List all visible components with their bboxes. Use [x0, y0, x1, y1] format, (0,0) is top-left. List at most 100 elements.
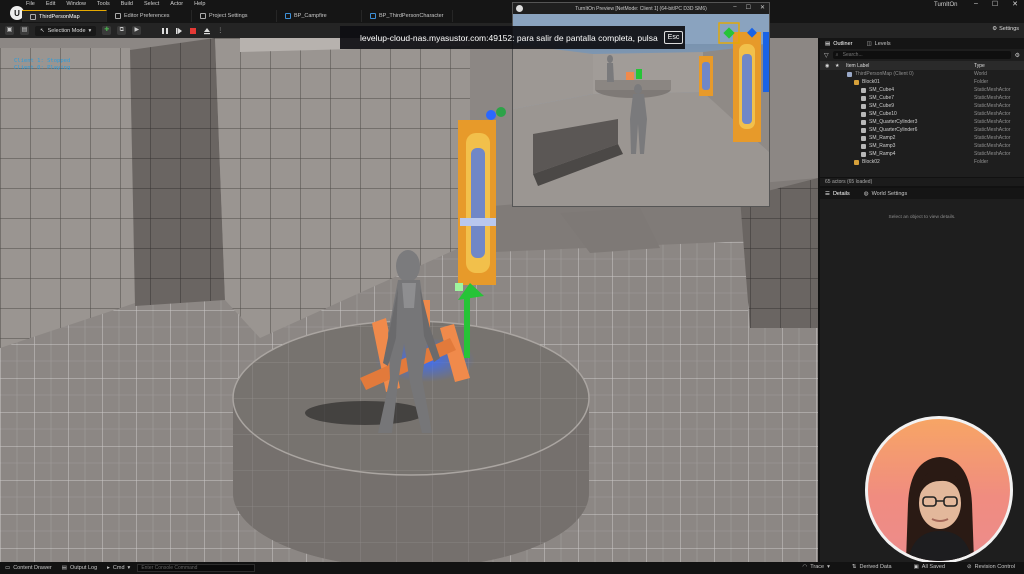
- outliner-row-label: ThirdPersonMap (Client 0): [855, 71, 914, 77]
- search-icon: ⌕: [835, 52, 839, 58]
- content-browser-icon[interactable]: ▤: [20, 26, 29, 35]
- outliner-row[interactable]: SM_Cube4 StaticMeshActor: [820, 86, 1024, 94]
- outliner-row[interactable]: SM_Cube10 StaticMeshActor: [820, 110, 1024, 118]
- cmd-dropdown[interactable]: ▸ Cmd ▾: [102, 565, 135, 571]
- menu-actor[interactable]: Actor: [170, 1, 183, 7]
- outliner-row-type: StaticMeshActor: [974, 127, 1011, 133]
- trace-label: Trace: [810, 564, 825, 570]
- minimize-button[interactable]: –: [974, 0, 978, 8]
- folder-icon: [854, 79, 859, 85]
- mesh-icon: [861, 111, 866, 117]
- revision-control-button[interactable]: ⊘ Revision Control: [962, 564, 1020, 570]
- save-icon[interactable]: ▣: [5, 26, 14, 35]
- outliner-row-label: SM_Ramp2: [869, 135, 896, 141]
- chevron-down-icon: ▾: [827, 564, 830, 570]
- settings-button[interactable]: ⚙ Settings: [992, 26, 1019, 32]
- terminal-icon: ▸: [107, 565, 110, 571]
- outliner-row-type: StaticMeshActor: [974, 135, 1011, 141]
- outliner-row[interactable]: Block01 Folder: [820, 78, 1024, 86]
- trace-button[interactable]: ◠ Trace ▾: [797, 564, 834, 570]
- outliner-row-type: StaticMeshActor: [974, 111, 1011, 117]
- console-command-input[interactable]: Enter Console Command: [137, 564, 256, 572]
- derived-data-button[interactable]: ⇅ Derived Data: [847, 564, 897, 570]
- tab-world-settings[interactable]: ◍ World Settings: [864, 191, 907, 197]
- column-type[interactable]: Type: [974, 63, 985, 69]
- levels-icon: ◫: [866, 40, 872, 47]
- tab-project-settings[interactable]: Project Settings: [192, 10, 277, 22]
- outliner-search-input[interactable]: ⌕ Search...: [832, 51, 1011, 59]
- visibility-eye-icon[interactable]: ◉: [825, 63, 829, 69]
- star-icon[interactable]: ★: [835, 63, 839, 69]
- cmd-label: Cmd: [112, 565, 125, 571]
- tab-bp-campfire[interactable]: BP_Campfire: [277, 10, 362, 22]
- close-button[interactable]: ✕: [1012, 0, 1018, 8]
- maximize-button[interactable]: ☐: [746, 4, 751, 11]
- mesh-icon: [861, 143, 866, 149]
- menu-window[interactable]: Window: [66, 1, 86, 7]
- esc-key-badge[interactable]: Esc: [663, 31, 684, 44]
- menu-tools[interactable]: Tools: [97, 1, 110, 7]
- details-empty-message: Select an object to view details.: [888, 215, 956, 220]
- outliner-row-label: Block02: [862, 159, 880, 165]
- outliner-row[interactable]: SM_QuarterCylinder6 StaticMeshActor: [820, 126, 1024, 134]
- outliner-row[interactable]: SM_Cube9 StaticMeshActor: [820, 102, 1024, 110]
- eject-icon[interactable]: [203, 27, 211, 35]
- outliner-row[interactable]: ThirdPersonMap (Client 0) World: [820, 70, 1024, 78]
- outliner-search-row: ▽ ⌕ Search... ⚙: [820, 49, 1024, 61]
- tab-thirdpersonmap[interactable]: ThirdPersonMap: [22, 10, 107, 22]
- outliner-row-type: World: [974, 71, 987, 77]
- unreal-logo-icon: [516, 5, 523, 12]
- gear-icon[interactable]: ⚙: [1015, 52, 1020, 59]
- content-drawer-label: Content Drawer: [13, 565, 52, 571]
- viewport-stats-overlay: Client 1: Stopped Client 0: Playing: [14, 58, 71, 71]
- outliner-row[interactable]: SM_QuarterCylinder3 StaticMeshActor: [820, 118, 1024, 126]
- maximize-button[interactable]: ☐: [992, 0, 998, 8]
- menu-file[interactable]: File: [26, 1, 35, 7]
- all-saved-button[interactable]: ▣ All Saved: [909, 564, 950, 570]
- tab-details[interactable]: ☰ Details: [825, 191, 850, 197]
- menu-edit[interactable]: Edit: [46, 1, 55, 7]
- selection-mode-dropdown[interactable]: ↖ Selection Mode ▾: [35, 25, 97, 36]
- document-tabs: ThirdPersonMap Editor Preferences Projec…: [22, 10, 453, 22]
- outliner-panel: ▤ Outliner ◫ Levels ▽ ⌕ Search... ⚙ ◉ ★ …: [818, 38, 1024, 186]
- tab-bp-thirdpersoncharacter[interactable]: BP_ThirdPersonCharacter: [362, 10, 453, 22]
- outliner-row[interactable]: Block02 Folder: [820, 158, 1024, 166]
- search-placeholder: Search...: [842, 52, 863, 58]
- blueprint-menu-icon[interactable]: ⧉: [117, 26, 127, 35]
- output-log-button[interactable]: ▤ Output Log: [57, 565, 102, 571]
- outliner-row-label: SM_Cube9: [869, 103, 895, 109]
- outliner-tree: ThirdPersonMap (Client 0) World Block01 Fol…: [820, 70, 1024, 166]
- content-drawer-button[interactable]: ▭ Content Drawer: [0, 565, 57, 571]
- menu-select[interactable]: Select: [144, 1, 159, 7]
- step-icon[interactable]: [175, 27, 183, 35]
- outliner-row-label: SM_Ramp3: [869, 143, 896, 149]
- more-options-icon[interactable]: ⋮: [217, 27, 223, 34]
- console-placeholder: Enter Console Command: [141, 565, 198, 571]
- filter-icon[interactable]: ▽: [824, 52, 829, 59]
- pause-icon[interactable]: [161, 27, 169, 35]
- blueprint-icon: [285, 13, 291, 19]
- mesh-icon: [861, 103, 866, 109]
- minimize-button[interactable]: –: [733, 4, 736, 11]
- outliner-row[interactable]: SM_Ramp4 StaticMeshActor: [820, 150, 1024, 158]
- outliner-row[interactable]: SM_Ramp3 StaticMeshActor: [820, 142, 1024, 150]
- outliner-row-label: SM_Ramp4: [869, 151, 896, 157]
- close-button[interactable]: ✕: [760, 4, 765, 11]
- column-item-label[interactable]: Item Label: [846, 63, 869, 69]
- menu-build[interactable]: Build: [121, 1, 133, 7]
- log-icon: ▤: [61, 565, 67, 571]
- tab-levels[interactable]: ◫ Levels: [866, 41, 890, 47]
- add-actor-icon[interactable]: ✚: [102, 26, 112, 35]
- outliner-row-type: Folder: [974, 79, 989, 85]
- tab-outliner[interactable]: ▤ Outliner: [825, 41, 852, 47]
- cinematics-icon[interactable]: ▶: [132, 26, 142, 35]
- outliner-tabs: ▤ Outliner ◫ Levels: [820, 38, 1024, 49]
- stop-icon[interactable]: [189, 27, 197, 35]
- outliner-row[interactable]: SM_Cube7 StaticMeshActor: [820, 94, 1024, 102]
- outliner-row[interactable]: SM_Ramp2 StaticMeshActor: [820, 134, 1024, 142]
- details-icon: ☰: [825, 190, 830, 197]
- outliner-column-header: ◉ ★ Item Label Type: [820, 61, 1024, 70]
- menu-help[interactable]: Help: [194, 1, 205, 7]
- tab-editor-preferences[interactable]: Editor Preferences: [107, 10, 192, 22]
- chevron-down-icon: ▾: [88, 27, 92, 34]
